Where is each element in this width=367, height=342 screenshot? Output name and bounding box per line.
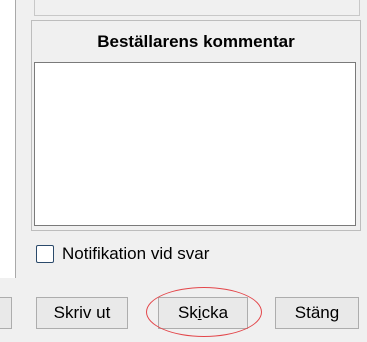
close-button[interactable]: Stäng (275, 297, 359, 329)
print-button[interactable]: Skriv ut (36, 297, 128, 329)
left-list-panel (0, 0, 16, 278)
print-button-label: Skriv ut (53, 303, 111, 322)
send-button-label: Skicka (177, 303, 229, 322)
notification-label[interactable]: Notifikation vid svar (62, 244, 209, 264)
notification-option[interactable]: Notifikation vid svar (36, 243, 209, 265)
notification-checkbox[interactable] (36, 245, 54, 263)
comment-textarea[interactable] (34, 62, 356, 226)
close-button-label: Stäng (294, 303, 340, 322)
comment-header: Beställarens kommentar (97, 31, 295, 51)
partial-button[interactable] (0, 297, 12, 329)
comment-panel: Beställarens kommentar (31, 20, 361, 231)
upper-panel-bottom-edge (34, 0, 360, 16)
send-button[interactable]: Skicka (158, 297, 248, 329)
